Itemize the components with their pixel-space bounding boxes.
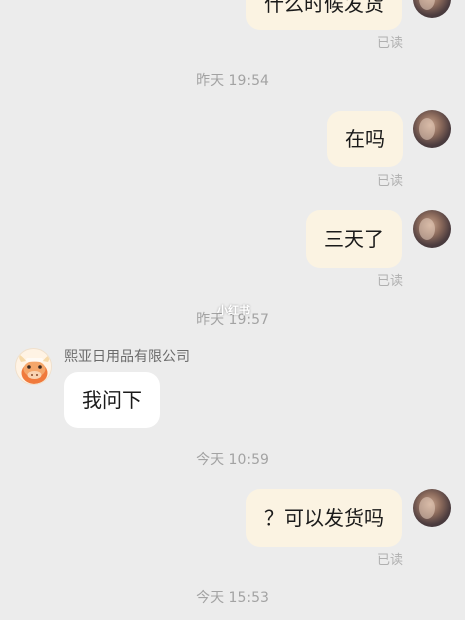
my-avatar[interactable]	[413, 210, 451, 248]
merchant-avatar[interactable]	[15, 348, 52, 385]
sender-name: 熙亚日用品有限公司	[64, 349, 190, 365]
my-message-bubble[interactable]: ？可以发货吗	[246, 489, 402, 547]
read-status: 已读	[376, 174, 403, 189]
read-status: 已读	[376, 36, 403, 51]
cow-icon	[16, 349, 51, 384]
my-message-bubble[interactable]: 在吗	[327, 111, 403, 167]
chat-message-list[interactable]: 什么时候发货 已读 昨天 19:54 在吗 已读 三天了 已读 昨天 19:57…	[0, 0, 465, 620]
timestamp: 昨天 19:54	[196, 73, 269, 89]
timestamp: 今天 10:59	[196, 452, 269, 468]
timestamp: 今天 15:53	[196, 590, 269, 606]
read-status: 已读	[376, 274, 403, 289]
my-avatar[interactable]	[413, 0, 451, 18]
merchant-message-bubble[interactable]: 我问下	[64, 372, 160, 428]
my-message-bubble[interactable]: 三天了	[306, 210, 402, 268]
my-avatar[interactable]	[413, 489, 451, 527]
read-status: 已读	[376, 553, 403, 568]
my-message-bubble[interactable]: 什么时候发货	[246, 0, 402, 30]
my-avatar[interactable]	[413, 110, 451, 148]
watermark: 小红书	[217, 304, 250, 317]
